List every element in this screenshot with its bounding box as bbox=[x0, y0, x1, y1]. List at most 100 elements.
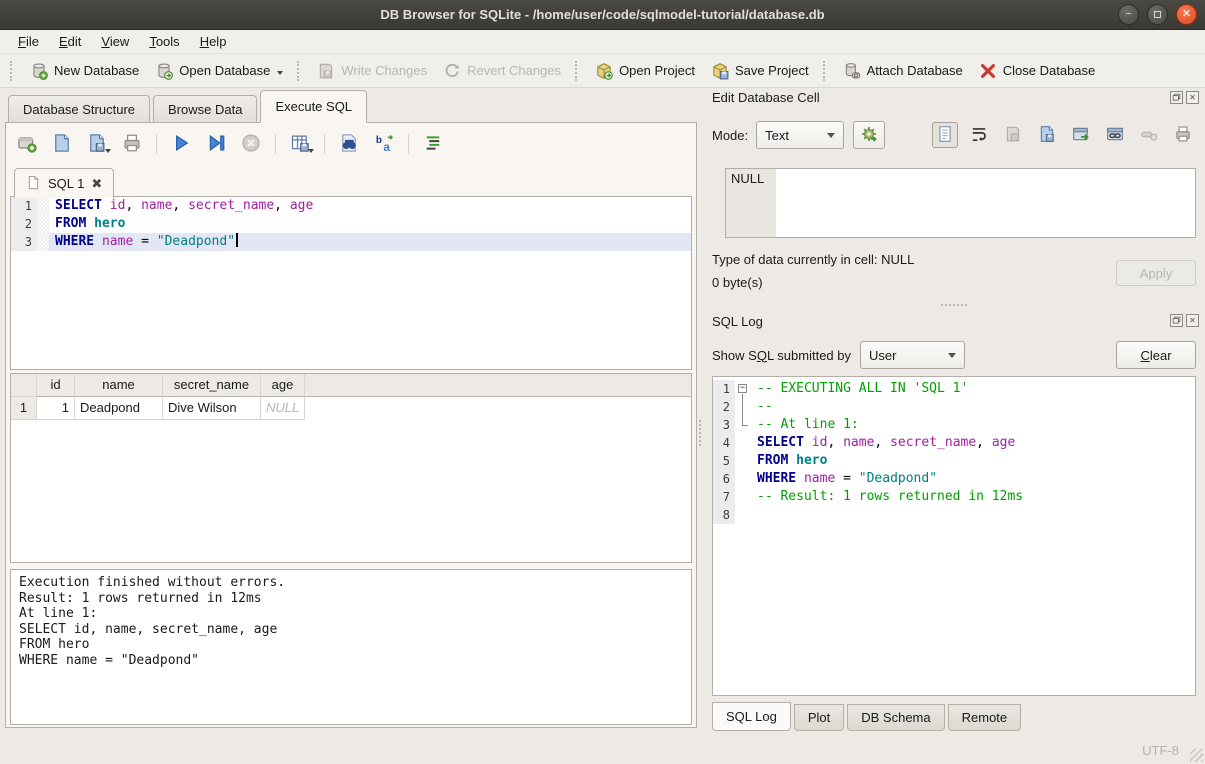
results-header-filler bbox=[305, 374, 691, 397]
code-line: 7-- Result: 1 rows returned in 12ms bbox=[713, 488, 1195, 506]
open-file-in-cell-button[interactable] bbox=[1000, 122, 1026, 148]
save-sql-file-button[interactable] bbox=[84, 131, 110, 157]
format-button[interactable] bbox=[420, 131, 446, 157]
save-sql-dropdown-arrow[interactable] bbox=[105, 149, 111, 156]
text-mode-button[interactable] bbox=[932, 122, 958, 148]
close-tab-icon[interactable]: ✖ bbox=[91, 176, 102, 192]
code-text: -- EXECUTING ALL IN 'SQL 1' bbox=[751, 380, 1195, 398]
close-button[interactable]: ✕ bbox=[1176, 4, 1197, 25]
attach-database-button[interactable]: Attach Database bbox=[835, 58, 971, 84]
menu-edit[interactable]: Edit bbox=[49, 31, 91, 52]
export-cell-button[interactable] bbox=[1068, 122, 1094, 148]
set-null-button[interactable] bbox=[1136, 122, 1162, 148]
column-header-age[interactable]: age bbox=[261, 374, 305, 397]
save-results-dropdown-arrow[interactable] bbox=[308, 149, 314, 156]
find-button[interactable] bbox=[336, 131, 362, 157]
tab-browse-data[interactable]: Browse Data bbox=[153, 95, 257, 122]
line-number: 4 bbox=[713, 434, 735, 452]
execution-status-output[interactable]: Execution finished without errors.Result… bbox=[10, 569, 692, 725]
window-controls: − ✕ bbox=[1118, 4, 1197, 25]
write-changes-button[interactable]: Write Changes bbox=[309, 58, 435, 84]
open-project-button[interactable]: Open Project bbox=[587, 58, 703, 84]
import-settings-button[interactable] bbox=[853, 121, 885, 149]
filter-label: Show SQL submitted by bbox=[712, 348, 851, 363]
window-title: DB Browser for SQLite - /home/user/code/… bbox=[380, 7, 824, 22]
link-cell-button[interactable] bbox=[1102, 122, 1128, 148]
table-cell[interactable]: NULL bbox=[261, 397, 305, 420]
execute-line-button[interactable] bbox=[203, 131, 229, 157]
cell-edit-area[interactable] bbox=[776, 169, 1195, 237]
maximize-button[interactable] bbox=[1147, 4, 1168, 25]
sql-log-view[interactable]: 1−-- EXECUTING ALL IN 'SQL 1'2--3-- At l… bbox=[712, 376, 1196, 696]
filter-select[interactable]: User bbox=[860, 341, 965, 369]
clear-log-button[interactable]: Clear bbox=[1116, 341, 1196, 369]
new-tab-button[interactable] bbox=[14, 131, 40, 157]
sql-editor-tab[interactable]: SQL 1 ✖ bbox=[14, 168, 114, 198]
statusbar: UTF-8 bbox=[0, 736, 1205, 764]
execute-all-button[interactable] bbox=[168, 131, 194, 157]
tab-remote[interactable]: Remote bbox=[948, 704, 1022, 731]
table-cell[interactable]: Deadpond bbox=[75, 397, 163, 420]
toolbar-drag-handle[interactable] bbox=[823, 61, 829, 81]
code-text: SELECT id, name, secret_name, age bbox=[49, 197, 691, 215]
splitter-handle[interactable] bbox=[941, 304, 967, 306]
new-database-button[interactable]: New Database bbox=[22, 58, 147, 84]
code-text: -- Result: 1 rows returned in 12ms bbox=[751, 488, 1195, 506]
open-sql-file-button[interactable] bbox=[49, 131, 75, 157]
word-wrap-button[interactable] bbox=[966, 122, 992, 148]
code-text: WHERE name = "Deadpond" bbox=[49, 233, 691, 251]
splitter-handle[interactable] bbox=[699, 420, 701, 446]
code-line: 4 SELECT id, name, secret_name, age bbox=[713, 434, 1195, 452]
fold-margin[interactable]: − bbox=[735, 380, 751, 398]
fold-margin[interactable] bbox=[735, 398, 751, 416]
fold-collapse-icon[interactable]: − bbox=[738, 384, 747, 393]
float-dock-button[interactable] bbox=[1170, 314, 1183, 327]
column-header-id[interactable]: id bbox=[37, 374, 75, 397]
tab-plot[interactable]: Plot bbox=[794, 704, 844, 731]
results-corner-cell[interactable] bbox=[11, 374, 37, 397]
tab-execute-sql[interactable]: Execute SQL bbox=[260, 90, 367, 123]
apply-button[interactable]: Apply bbox=[1116, 260, 1196, 286]
column-header-secret-name[interactable]: secret_name bbox=[163, 374, 261, 397]
save-cell-button[interactable] bbox=[1034, 122, 1060, 148]
revert-changes-button[interactable]: Revert Changes bbox=[435, 58, 569, 84]
column-header-name[interactable]: name bbox=[75, 374, 163, 397]
menu-view[interactable]: View bbox=[91, 31, 139, 52]
toolbar-drag-handle[interactable] bbox=[575, 61, 581, 81]
tab-db-schema[interactable]: DB Schema bbox=[847, 704, 944, 731]
tab-sql-log[interactable]: SQL Log bbox=[712, 702, 791, 731]
row-header[interactable]: 1 bbox=[11, 397, 37, 420]
menu-help[interactable]: Help bbox=[190, 31, 237, 52]
save-project-button[interactable]: Save Project bbox=[703, 58, 817, 84]
code-text: SELECT id, name, secret_name, age bbox=[751, 434, 1195, 452]
menu-tools[interactable]: Tools bbox=[139, 31, 189, 52]
toolbar-drag-handle[interactable] bbox=[10, 61, 16, 81]
save-results-button[interactable] bbox=[287, 131, 313, 157]
table-cell[interactable]: Dive Wilson bbox=[163, 397, 261, 420]
results-table[interactable]: idnamesecret_nameage11DeadpondDive Wilso… bbox=[10, 373, 692, 563]
open-database-dropdown-arrow[interactable] bbox=[277, 71, 283, 78]
print-cell-button[interactable] bbox=[1170, 122, 1196, 148]
close-database-button[interactable]: Close Database bbox=[971, 58, 1104, 84]
toolbar-separator bbox=[408, 134, 409, 154]
mode-select[interactable]: Text bbox=[756, 121, 844, 149]
table-row[interactable]: 11DeadpondDive WilsonNULL bbox=[11, 397, 691, 420]
stop-button[interactable] bbox=[238, 131, 264, 157]
cell-editor[interactable]: NULL bbox=[725, 168, 1196, 238]
sql-editor[interactable]: 1SELECT id, name, secret_name, age2FROM … bbox=[10, 196, 692, 370]
close-dock-button[interactable]: ✕ bbox=[1186, 91, 1199, 104]
minimize-button[interactable]: − bbox=[1118, 4, 1139, 25]
print-button[interactable] bbox=[119, 131, 145, 157]
fold-margin[interactable] bbox=[735, 416, 751, 434]
save-project-label: Save Project bbox=[735, 63, 809, 78]
open-database-button[interactable]: Open Database bbox=[147, 58, 291, 84]
table-cell[interactable]: 1 bbox=[37, 397, 75, 420]
replace-button[interactable]: ba bbox=[371, 131, 397, 157]
tab-database-structure[interactable]: Database Structure bbox=[8, 95, 150, 122]
open-file-icon bbox=[1004, 125, 1022, 146]
close-dock-button[interactable]: ✕ bbox=[1186, 314, 1199, 327]
resize-grip[interactable] bbox=[1190, 749, 1203, 762]
float-dock-button[interactable] bbox=[1170, 91, 1183, 104]
mode-value: Text bbox=[765, 128, 789, 143]
menu-file[interactable]: File bbox=[8, 31, 49, 52]
